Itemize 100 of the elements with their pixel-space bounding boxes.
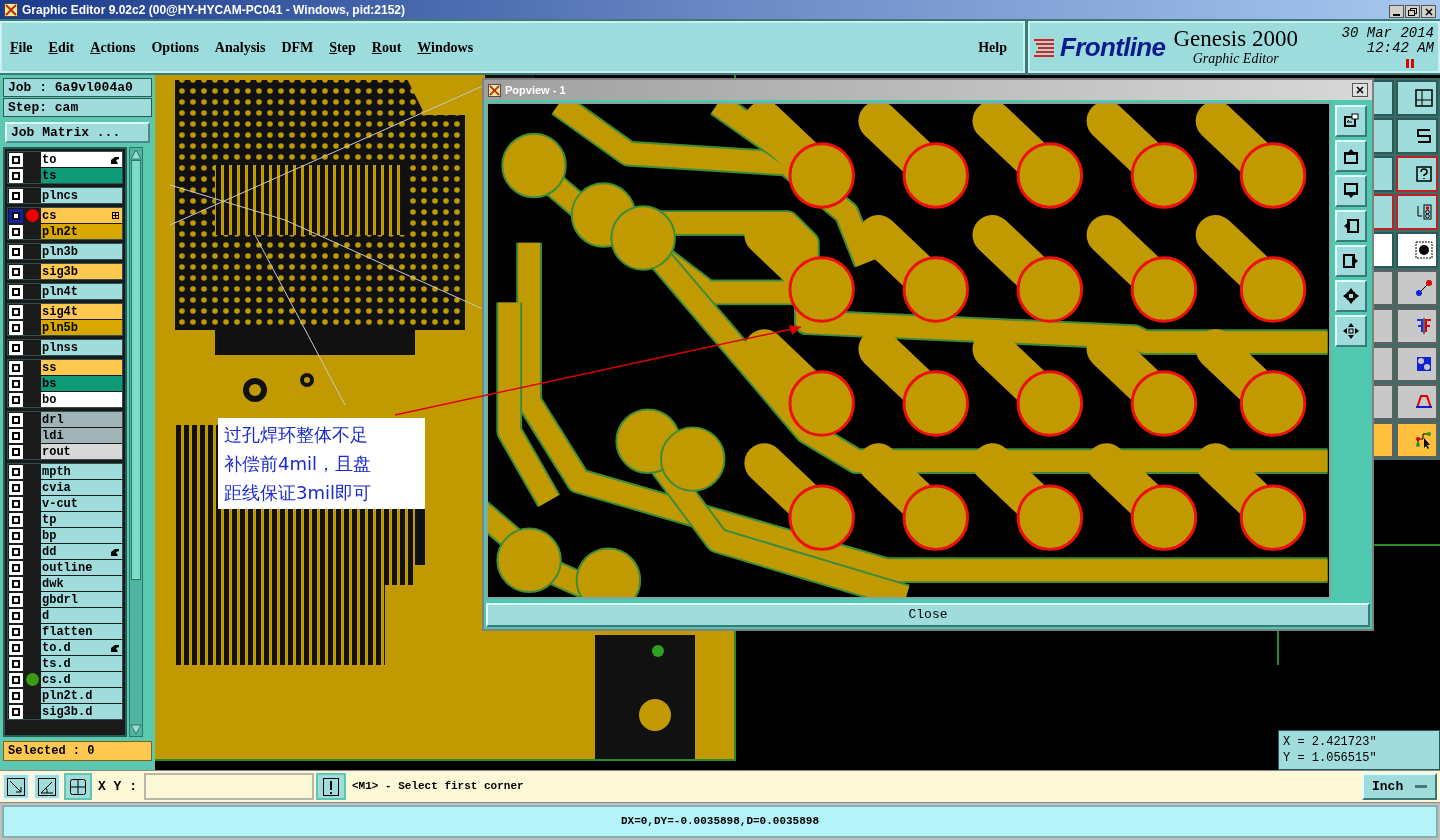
layer-name[interactable]: v-cut [41, 496, 122, 511]
tool-button[interactable] [1396, 156, 1438, 192]
menu-item[interactable]: Rout [371, 36, 402, 58]
layer-name[interactable]: cs [41, 208, 122, 223]
job-matrix-button[interactable]: Job Matrix ... [5, 122, 150, 143]
layer-name[interactable]: ts [41, 168, 122, 183]
confirm-button[interactable] [316, 773, 346, 800]
layer-toggle[interactable] [9, 528, 23, 543]
layer-name[interactable]: dwk [41, 576, 122, 591]
layer-name[interactable]: pln5b [41, 320, 122, 335]
layer-name[interactable]: ts.d [41, 656, 122, 671]
tool-button[interactable] [1396, 232, 1438, 268]
tool-button[interactable] [1396, 118, 1438, 154]
layer-name[interactable]: bs [41, 376, 122, 391]
layer-toggle[interactable] [9, 624, 23, 639]
view-button[interactable] [1335, 280, 1367, 312]
layer-toggle[interactable] [9, 376, 23, 391]
layer-name[interactable]: flatten [41, 624, 122, 639]
layer-name[interactable]: bp [41, 528, 122, 543]
layer-toggle[interactable] [9, 480, 23, 495]
close-button[interactable] [1421, 5, 1436, 18]
layer-toggle[interactable] [9, 208, 23, 223]
layer-name[interactable]: dd [41, 544, 122, 559]
layer-name[interactable]: ldi [41, 428, 122, 443]
tool-button[interactable] [1396, 346, 1438, 382]
layer-toggle[interactable] [9, 412, 23, 427]
layer-toggle[interactable] [9, 244, 23, 259]
layer-toggle[interactable] [9, 656, 23, 671]
layer-name[interactable]: to [41, 152, 122, 167]
layer-name[interactable]: ss [41, 360, 122, 375]
layer-name[interactable]: mpth [41, 464, 122, 479]
menu-item[interactable]: Edit [48, 36, 75, 58]
restore-button[interactable] [1405, 5, 1420, 18]
layer-name[interactable]: sig3b.d [41, 704, 122, 719]
layer-toggle[interactable] [9, 340, 23, 355]
layer-name[interactable]: tp [41, 512, 122, 527]
layer-toggle[interactable] [9, 672, 23, 687]
layer-toggle[interactable] [9, 640, 23, 655]
layer-name[interactable]: pln2t.d [41, 688, 122, 703]
layer-name[interactable]: pln2t [41, 224, 122, 239]
layer-toggle[interactable] [9, 188, 23, 203]
view-button[interactable] [1335, 175, 1367, 207]
view-button[interactable] [1335, 140, 1367, 172]
layer-name[interactable]: cvia [41, 480, 122, 495]
layer-name[interactable]: plncs [41, 188, 122, 203]
layer-toggle[interactable] [9, 608, 23, 623]
layer-name[interactable]: outline [41, 560, 122, 575]
layer-toggle[interactable] [9, 264, 23, 279]
minimize-button[interactable] [1389, 5, 1404, 18]
close-button[interactable] [1352, 83, 1368, 97]
layer-toggle[interactable] [9, 560, 23, 575]
layer-name[interactable]: pln4t [41, 284, 122, 299]
view-button[interactable] [1335, 245, 1367, 277]
layer-toggle[interactable] [9, 152, 23, 167]
units-dropdown[interactable]: Inch [1362, 773, 1437, 800]
layer-toggle[interactable] [9, 704, 23, 719]
menu-item[interactable]: Options [151, 36, 199, 58]
layer-toggle[interactable] [9, 224, 23, 239]
layer-toggle[interactable] [9, 392, 23, 407]
menu-item[interactable]: Step [329, 36, 356, 58]
layer-name[interactable]: gbdrl [41, 592, 122, 607]
layer-name[interactable]: drl [41, 412, 122, 427]
layer-toggle[interactable] [9, 168, 23, 183]
menu-item[interactable]: Actions [90, 36, 136, 58]
layer-name[interactable]: sig3b [41, 264, 122, 279]
layer-toggle[interactable] [9, 544, 23, 559]
layer-toggle[interactable] [9, 688, 23, 703]
layer-toggle[interactable] [9, 304, 23, 319]
tool-button[interactable] [1396, 384, 1438, 420]
menu-item[interactable]: Windows [417, 36, 474, 58]
layer-toggle[interactable] [9, 428, 23, 443]
close-button[interactable]: Close [486, 603, 1370, 627]
menu-item[interactable]: Help [978, 36, 1007, 58]
xy-input-field[interactable] [144, 773, 314, 800]
layer-name[interactable]: cs.d [41, 672, 122, 687]
menu-item[interactable]: DFM [281, 36, 314, 58]
layer-name[interactable]: pln3b [41, 244, 122, 259]
layer-toggle[interactable] [9, 360, 23, 375]
layer-toggle[interactable] [9, 464, 23, 479]
scrollbar-thumb[interactable] [131, 160, 141, 580]
layer-name[interactable]: plnss [41, 340, 122, 355]
tool-button[interactable] [64, 773, 92, 800]
menu-item[interactable]: File [10, 36, 33, 58]
layer-name[interactable]: bo [41, 392, 122, 407]
layer-toggle[interactable] [9, 320, 23, 335]
layer-name[interactable]: rout [41, 444, 122, 459]
view-button[interactable] [1335, 315, 1367, 347]
layer-toggle[interactable] [9, 444, 23, 459]
layer-toggle[interactable] [9, 592, 23, 607]
layer-toggle[interactable] [9, 576, 23, 591]
menu-item[interactable]: Analysis [214, 36, 266, 58]
layer-toggle[interactable] [9, 496, 23, 511]
scrollbar[interactable] [129, 147, 143, 737]
layer-toggle[interactable] [9, 512, 23, 527]
layer-name[interactable]: sig4t [41, 304, 122, 319]
layer-toggle[interactable] [9, 284, 23, 299]
view-button[interactable] [1335, 105, 1367, 137]
layer-name[interactable]: to.d [41, 640, 122, 655]
layer-name[interactable]: d [41, 608, 122, 623]
view-button[interactable] [1335, 210, 1367, 242]
